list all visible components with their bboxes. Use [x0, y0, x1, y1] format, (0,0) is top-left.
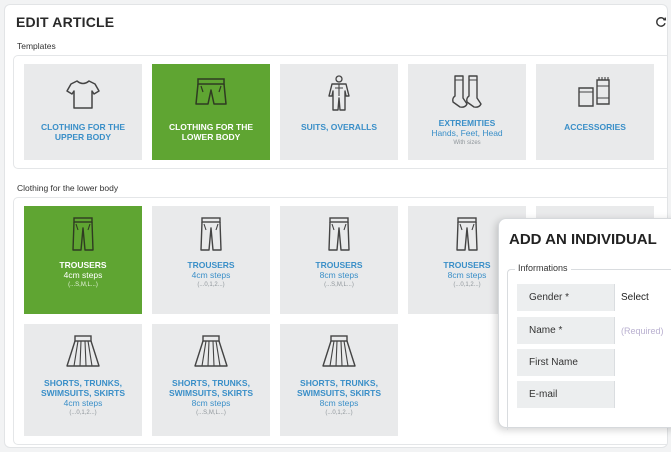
size-tile-skirts-8cm-sml[interactable]: SHORTS, TRUNKS, SWIMSUITS, SKIRTS 8cm st… [152, 324, 270, 436]
name-field[interactable]: Name * (Required) [517, 317, 671, 344]
tile-note: With sizes [453, 140, 481, 146]
tile-title: CLOTHING FOR THE LOWER BODY [168, 122, 254, 142]
tile-subtitle: Hands, Feet, Head [431, 128, 503, 138]
lower-body-label: Clothing for the lower body [17, 183, 119, 193]
tile-subtitle: 8cm steps [319, 398, 359, 408]
tile-note: (...0,1,2...) [325, 410, 353, 416]
trousers-icon [328, 217, 350, 251]
size-tile-trousers-4cm-012[interactable]: TROUSERS 4cm steps (...0,1,2...) [152, 206, 270, 314]
template-accessories[interactable]: ACCESSORIES [536, 64, 654, 160]
email-label: E-mail [517, 381, 614, 408]
trousers-icon [72, 217, 94, 251]
page-title: EDIT ARTICLE [16, 14, 115, 30]
size-tile-skirts-8cm-012[interactable]: SHORTS, TRUNKS, SWIMSUITS, SKIRTS 8cm st… [280, 324, 398, 436]
email-input[interactable] [614, 381, 671, 408]
size-tile-trousers-4cm-sml[interactable]: TROUSERS 4cm steps (...S,M,L...) [24, 206, 142, 314]
tile-title: SHORTS, TRUNKS, SWIMSUITS, SKIRTS [296, 378, 382, 398]
template-lower-body[interactable]: CLOTHING FOR THE LOWER BODY [152, 64, 270, 160]
shorts-icon [195, 78, 227, 105]
template-extremities[interactable]: EXTREMITIES Hands, Feet, Head With sizes [408, 64, 526, 160]
size-tile-trousers-8cm-sml[interactable]: TROUSERS 8cm steps (...S,M,L...) [280, 206, 398, 314]
skirt-icon [322, 335, 356, 367]
trousers-icon [456, 217, 478, 251]
accessories-icon [578, 77, 610, 107]
tile-title: ACCESSORIES [564, 122, 626, 132]
size-tile-skirts-4cm-012[interactable]: SHORTS, TRUNKS, SWIMSUITS, SKIRTS 4cm st… [24, 324, 142, 436]
tile-title: SHORTS, TRUNKS, SWIMSUITS, SKIRTS [168, 378, 254, 398]
tile-subtitle: 4cm steps [191, 270, 231, 280]
tile-title: SUITS, OVERALLS [300, 122, 378, 132]
overalls-icon [328, 75, 350, 111]
tile-title: TROUSERS [187, 260, 235, 270]
tile-note: (...0,1,2...) [197, 282, 225, 288]
informations-legend: Informations [515, 263, 571, 273]
socks-icon [452, 75, 482, 108]
tile-title: SHORTS, TRUNKS, SWIMSUITS, SKIRTS [40, 378, 126, 398]
name-label: Name * [517, 317, 614, 344]
email-field[interactable]: E-mail [517, 381, 671, 408]
tile-title: TROUSERS [59, 260, 107, 270]
tile-subtitle: 8cm steps [319, 270, 359, 280]
first-name-field[interactable]: First Name [517, 349, 671, 376]
gender-select[interactable]: Select [614, 284, 671, 311]
tile-subtitle: 4cm steps [63, 398, 103, 408]
template-upper-body[interactable]: CLOTHING FOR THE UPPER BODY [24, 64, 142, 160]
skirt-icon [66, 335, 100, 367]
trousers-icon [200, 217, 222, 251]
add-individual-dialog: ADD AN INDIVIDUAL Informations Gender * … [498, 218, 671, 430]
tile-title: EXTREMITIES [438, 118, 496, 128]
gender-field[interactable]: Gender * Select [517, 284, 671, 311]
tile-subtitle: 4cm steps [63, 270, 103, 280]
templates-label: Templates [17, 41, 56, 51]
tile-subtitle: 8cm steps [191, 398, 231, 408]
first-name-input[interactable] [614, 349, 671, 376]
tile-title: CLOTHING FOR THE UPPER BODY [40, 122, 126, 142]
tile-note: (...S,M,L...) [196, 410, 226, 416]
tshirt-icon [66, 80, 100, 109]
tile-note: (...0,1,2...) [69, 410, 97, 416]
tile-note: (...S,M,L...) [68, 282, 98, 288]
gender-label: Gender * [517, 284, 614, 311]
refresh-icon[interactable] [655, 16, 667, 28]
templates-section: CLOTHING FOR THE UPPER BODY CLOTHING FOR… [13, 55, 667, 169]
name-input[interactable]: (Required) [614, 317, 671, 344]
dialog-title: ADD AN INDIVIDUAL [509, 231, 657, 248]
tile-note: (...S,M,L...) [324, 282, 354, 288]
tile-title: TROUSERS [315, 260, 363, 270]
skirt-icon [194, 335, 228, 367]
template-suits-overalls[interactable]: SUITS, OVERALLS [280, 64, 398, 160]
first-name-label: First Name [517, 349, 614, 376]
